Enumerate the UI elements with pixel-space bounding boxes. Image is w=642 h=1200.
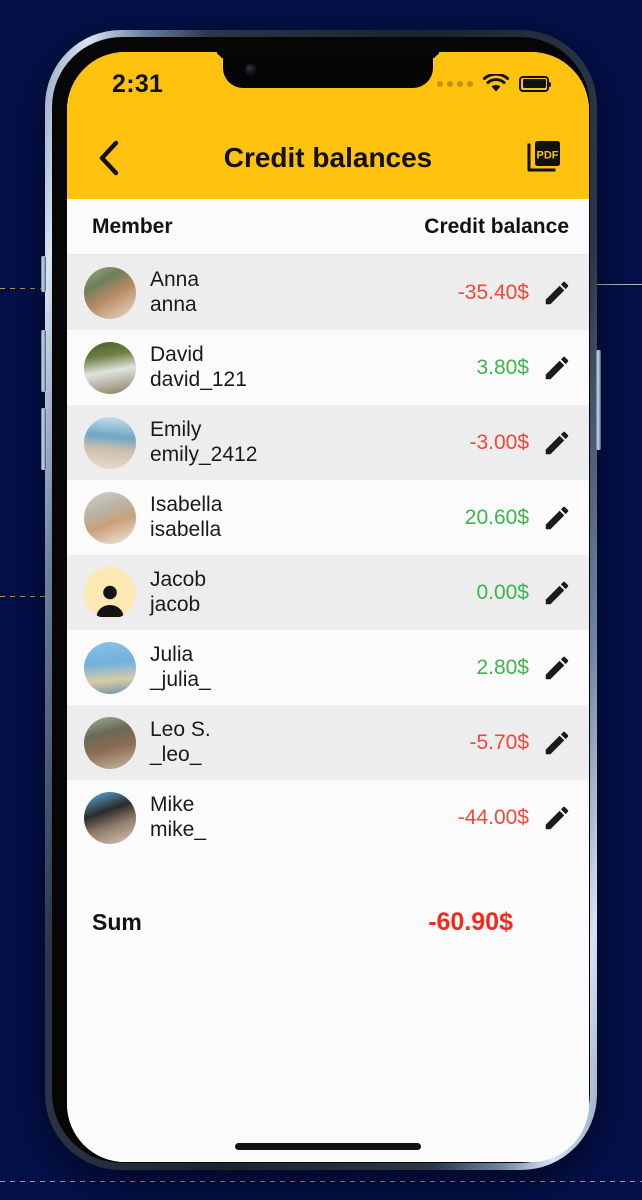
avatar xyxy=(84,791,136,844)
signal-dots-icon xyxy=(437,80,473,87)
status-indicators xyxy=(437,74,551,93)
member-username: jacob xyxy=(150,592,201,616)
member-username: david_121 xyxy=(150,367,247,391)
member-names: Julia _julia_ xyxy=(150,643,211,692)
credit-balance-value: 20.60$ xyxy=(464,505,529,529)
table-row[interactable]: Emily emily_2412 -3.00$ xyxy=(67,405,589,480)
table-row[interactable]: Isabella isabella 20.60$ xyxy=(67,480,589,555)
avatar xyxy=(84,416,136,469)
member-username: _leo_ xyxy=(150,742,202,766)
back-button[interactable] xyxy=(81,130,137,186)
edit-balance-button[interactable] xyxy=(535,346,579,390)
front-camera-icon xyxy=(245,64,256,75)
status-time: 2:31 xyxy=(112,70,164,98)
column-header-balance: Credit balance xyxy=(424,214,569,238)
member-username: mike_ xyxy=(150,817,207,841)
credit-balance-value: 2.80$ xyxy=(476,655,529,679)
phone-bezel: 2:31 Credit balances PDF Member Credit b… xyxy=(52,37,590,1163)
edit-balance-button[interactable] xyxy=(535,496,579,540)
member-names: Emily emily_2412 xyxy=(150,418,257,467)
edit-balance-button[interactable] xyxy=(535,721,579,765)
avatar xyxy=(84,491,136,544)
svg-text:PDF: PDF xyxy=(537,149,559,161)
member-display-name: Jacob xyxy=(150,567,207,591)
table-row[interactable]: David david_121 3.80$ xyxy=(67,330,589,405)
chevron-left-icon xyxy=(99,140,119,175)
member-names: Jacob jacob xyxy=(150,568,206,617)
credit-balance-value: 0.00$ xyxy=(476,580,529,604)
avatar xyxy=(84,641,136,694)
member-display-name: Mike xyxy=(150,792,195,816)
pdf-export-button[interactable]: PDF xyxy=(519,133,569,183)
home-indicator[interactable] xyxy=(235,1143,421,1150)
app-bar: Credit balances PDF xyxy=(67,116,589,199)
credit-balances-list: Member Credit balance Anna anna -35.40$ Dav… xyxy=(67,199,589,1162)
pencil-edit-icon xyxy=(545,581,569,604)
avatar xyxy=(84,566,136,619)
phone-notch xyxy=(223,52,433,88)
member-display-name: Emily xyxy=(150,417,202,441)
battery-full-icon xyxy=(519,75,551,92)
credit-balance-value: 3.80$ xyxy=(476,355,529,379)
power-button[interactable] xyxy=(596,350,601,450)
edit-balance-button[interactable] xyxy=(535,271,579,315)
table-header-row: Member Credit balance xyxy=(67,199,589,255)
silent-switch[interactable] xyxy=(41,256,46,292)
member-username: emily_2412 xyxy=(150,442,258,466)
table-row[interactable]: Mike mike_ -44.00$ xyxy=(67,780,589,855)
sum-row: Sum -60.90$ xyxy=(67,887,589,957)
credit-balance-value: -5.70$ xyxy=(469,730,529,754)
avatar xyxy=(84,341,136,394)
pencil-edit-icon xyxy=(545,281,569,304)
member-names: Leo S. _leo_ xyxy=(150,718,211,767)
table-row[interactable]: Anna anna -35.40$ xyxy=(67,255,589,330)
page-title: Credit balances xyxy=(223,141,433,173)
person-placeholder-icon xyxy=(84,567,136,619)
pencil-edit-icon xyxy=(545,731,569,754)
member-username: _julia_ xyxy=(150,667,211,691)
volume-down-button[interactable] xyxy=(41,408,46,470)
avatar xyxy=(84,266,136,319)
edit-balance-button[interactable] xyxy=(535,421,579,465)
member-names: Isabella isabella xyxy=(150,493,222,542)
table-row[interactable]: Julia _julia_ 2.80$ xyxy=(67,630,589,705)
background-guide-line xyxy=(0,1181,642,1182)
phone-device-frame: 2:31 Credit balances PDF Member Credit b… xyxy=(41,30,601,1170)
member-names: Anna anna xyxy=(150,268,199,317)
pencil-edit-icon xyxy=(545,431,569,454)
sum-value: -60.90$ xyxy=(428,907,513,936)
edit-balance-button[interactable] xyxy=(535,646,579,690)
credit-balance-value: -35.40$ xyxy=(457,280,529,304)
credit-balance-value: -3.00$ xyxy=(469,430,529,454)
member-display-name: Isabella xyxy=(150,492,223,516)
pencil-edit-icon xyxy=(545,506,569,529)
pencil-edit-icon xyxy=(545,356,569,379)
member-display-name: Leo S. xyxy=(150,717,211,741)
member-display-name: Anna xyxy=(150,267,200,291)
volume-up-button[interactable] xyxy=(41,330,46,392)
member-username: anna xyxy=(150,292,197,316)
phone-screen: 2:31 Credit balances PDF Member Credit b… xyxy=(67,52,589,1162)
member-names: David david_121 xyxy=(150,343,247,392)
member-names: Mike mike_ xyxy=(150,793,206,842)
avatar xyxy=(84,716,136,769)
column-header-member: Member xyxy=(92,214,173,238)
table-row[interactable]: Jacob jacob 0.00$ xyxy=(67,555,589,630)
credit-balance-value: -44.00$ xyxy=(457,805,529,829)
member-username: isabella xyxy=(150,517,222,541)
table-row[interactable]: Leo S. _leo_ -5.70$ xyxy=(67,705,589,780)
pencil-edit-icon xyxy=(545,806,569,829)
background-guide-line xyxy=(0,596,48,597)
pdf-export-icon: PDF xyxy=(527,140,560,171)
member-display-name: David xyxy=(150,342,204,366)
edit-balance-button[interactable] xyxy=(535,796,579,840)
pencil-edit-icon xyxy=(545,656,569,679)
wifi-icon xyxy=(483,74,509,92)
member-rows-container: Anna anna -35.40$ David david_121 3.80$ Emily e… xyxy=(67,255,589,855)
background-guide-line xyxy=(590,284,642,285)
edit-balance-button[interactable] xyxy=(535,571,579,615)
member-display-name: Julia xyxy=(150,642,194,666)
sum-label: Sum xyxy=(92,908,142,935)
